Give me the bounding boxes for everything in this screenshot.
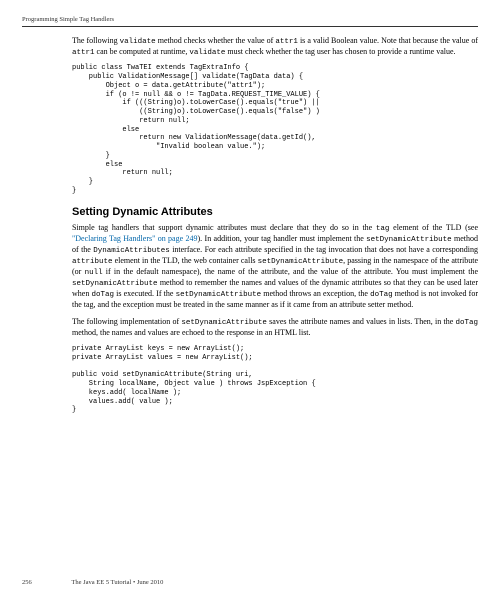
code-inline: doTag xyxy=(370,291,393,299)
code-inline: setDynamicAttribute xyxy=(176,291,262,299)
t: must check whether the tag user has chos… xyxy=(225,47,455,56)
header-rule xyxy=(22,26,478,27)
t: The following xyxy=(72,36,120,45)
paragraph-2: Simple tag handlers that support dynamic… xyxy=(72,223,478,312)
t: interface. For each attribute specified … xyxy=(170,245,478,254)
code-inline: setDynamicAttribute xyxy=(72,280,158,288)
link-text: "Declaring Tag Handlers" on page 249 xyxy=(72,234,198,243)
t: method throws an exception, the xyxy=(261,289,370,298)
code-inline: doTag xyxy=(91,291,114,299)
code-inline: attribute xyxy=(72,258,113,266)
t: can be computed at runtime, xyxy=(95,47,190,56)
header-title: Programming Simple Tag Handlers xyxy=(22,16,114,23)
code-inline: attr1 xyxy=(275,38,298,46)
section-heading: Setting Dynamic Attributes xyxy=(72,206,478,218)
code-inline: validate xyxy=(189,49,225,57)
page-footer: 256 The Java EE 5 Tutorial • June 2010 xyxy=(22,579,478,586)
t: Simple tag handlers that support dynamic… xyxy=(72,223,376,232)
footer-text: The Java EE 5 Tutorial • June 2010 xyxy=(71,579,163,586)
t: method, the names and values are echoed … xyxy=(72,328,311,337)
main-content: The following validate method checks whe… xyxy=(72,36,478,425)
t: element of the TLD (see xyxy=(389,223,478,232)
code-block-1: public class TwaTEI extends TagExtraInfo… xyxy=(72,64,478,195)
t: if in the default namespace), the name o… xyxy=(103,267,478,276)
code-inline: doTag xyxy=(456,319,479,327)
t: is executed. If the xyxy=(114,289,176,298)
code-inline: validate xyxy=(120,38,156,46)
page-number: 256 xyxy=(22,579,32,586)
code-inline: setDynamicAttribute xyxy=(366,236,452,244)
t: method checks whether the value of xyxy=(156,36,276,45)
code-block-2: private ArrayList keys = new ArrayList()… xyxy=(72,345,478,415)
paragraph-1: The following validate method checks whe… xyxy=(72,36,478,58)
code-inline: DynamicAttributes xyxy=(93,247,170,255)
code-inline: setDynamicAttribute xyxy=(181,319,267,327)
t: is a valid Boolean value. Note that beca… xyxy=(298,36,478,45)
page-header: Programming Simple Tag Handlers xyxy=(22,16,114,23)
code-inline: setDynamicAttribute xyxy=(258,258,344,266)
t: The following implementation of xyxy=(72,317,181,326)
code-inline: null xyxy=(85,269,103,277)
t: saves the attribute names and values in … xyxy=(267,317,456,326)
code-inline: attr1 xyxy=(72,49,95,57)
paragraph-3: The following implementation of setDynam… xyxy=(72,317,478,339)
code-inline: tag xyxy=(376,225,390,233)
t: ). In addition, your tag handler must im… xyxy=(198,234,367,243)
t: element in the TLD, the web container ca… xyxy=(113,256,258,265)
